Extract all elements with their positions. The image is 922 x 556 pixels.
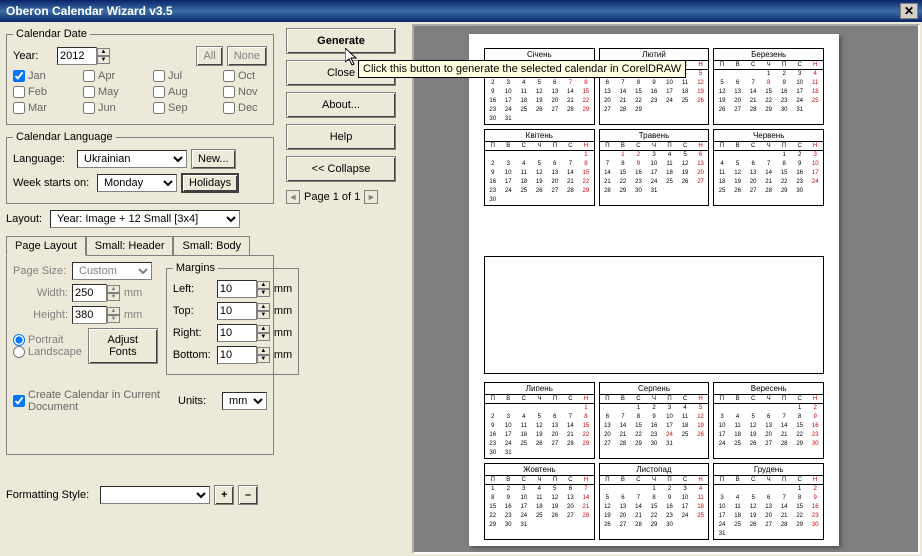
margin-top-input[interactable] <box>217 302 257 320</box>
mini-calendar: ЛипеньПВСЧПСН123456789101112131415161718… <box>484 382 595 459</box>
help-button[interactable]: Help <box>286 124 396 150</box>
collapse-button[interactable]: << Collapse <box>286 156 396 182</box>
tab-page-layout[interactable]: Page Layout <box>6 236 86 256</box>
month-chk-jun[interactable]: Jun <box>83 102 123 114</box>
mini-calendar: ЖовтеньПВСЧПСН12345678910111213141516171… <box>484 463 595 540</box>
mini-calendar: ЛистопадПВСЧПСН1234567891011121314151617… <box>599 463 710 540</box>
year-input[interactable] <box>57 47 97 65</box>
month-chk-nov[interactable]: Nov <box>223 86 263 98</box>
calendar-date-legend: Calendar Date <box>13 28 90 40</box>
preview-image-placeholder <box>484 256 824 374</box>
year-up[interactable]: ▲ <box>97 48 110 56</box>
none-button[interactable]: None <box>227 46 267 66</box>
height-input[interactable] <box>72 306 107 324</box>
formatting-select[interactable] <box>100 486 210 504</box>
margin-right-input[interactable] <box>217 324 257 342</box>
language-select[interactable]: Ukrainian <box>77 150 187 168</box>
tab-small-header[interactable]: Small: Header <box>86 236 174 256</box>
month-chk-dec[interactable]: Dec <box>223 102 263 114</box>
landscape-radio[interactable] <box>13 346 25 358</box>
holidays-button[interactable]: Holidays <box>181 173 239 193</box>
month-chk-sep[interactable]: Sep <box>153 102 193 114</box>
month-chk-jul[interactable]: Jul <box>153 70 193 82</box>
height-label: Height: <box>13 309 68 321</box>
calendar-language-group: Calendar Language Language: Ukrainian Ne… <box>6 131 274 204</box>
formatting-remove-button[interactable]: – <box>238 485 258 505</box>
page-prev-button[interactable]: ◄ <box>286 190 300 204</box>
calendar-language-legend: Calendar Language <box>13 131 116 143</box>
adjust-fonts-button[interactable]: Adjust Fonts <box>88 328 158 364</box>
mini-calendar: КвітеньПВСЧПСН12345678910111213141516171… <box>484 129 595 206</box>
formatting-label: Formatting Style: <box>6 489 96 501</box>
month-chk-mar[interactable]: Mar <box>13 102 53 114</box>
width-input[interactable] <box>72 284 107 302</box>
mini-calendar: ЧервеньПВСЧПСН12345678910111213141516171… <box>713 129 824 206</box>
month-chk-may[interactable]: May <box>83 86 123 98</box>
titlebar: Oberon Calendar Wizard v3.5 ✕ <box>0 0 922 22</box>
month-chk-oct[interactable]: Oct <box>223 70 263 82</box>
mini-calendar: ТравеньПВСЧПСН12345678910111213141516171… <box>599 129 710 206</box>
tab-small-body[interactable]: Small: Body <box>173 236 250 256</box>
all-button[interactable]: All <box>196 46 222 66</box>
calendar-date-group: Calendar Date Year: ▲▼ All None Jan Apr Ju… <box>6 28 274 125</box>
month-chk-aug[interactable]: Aug <box>153 86 193 98</box>
generate-tooltip: Click this button to generate the select… <box>358 60 686 78</box>
month-chk-feb[interactable]: Feb <box>13 86 53 98</box>
mini-calendar: ГруденьПВСЧПСН12345678910111213141516171… <box>713 463 824 540</box>
layout-label: Layout: <box>6 213 46 225</box>
year-label: Year: <box>13 50 53 62</box>
new-lang-button[interactable]: New... <box>191 149 236 169</box>
language-label: Language: <box>13 153 73 165</box>
margin-bottom-input[interactable] <box>217 346 257 364</box>
preview-page: СіченьПВСЧПСН123456789101112131415161718… <box>469 34 839 546</box>
units-select[interactable]: mm <box>222 392 267 410</box>
layout-select[interactable]: Year: Image + 12 Small [3x4] <box>50 210 240 228</box>
close-window-button[interactable]: ✕ <box>900 3 918 19</box>
preview-panel: СіченьПВСЧПСН123456789101112131415161718… <box>412 24 920 554</box>
create-in-doc-checkbox[interactable] <box>13 395 25 407</box>
window-title: Oberon Calendar Wizard v3.5 <box>6 4 173 18</box>
width-label: Width: <box>13 287 68 299</box>
month-chk-jan[interactable]: Jan <box>13 70 53 82</box>
month-chk-apr[interactable]: Apr <box>83 70 123 82</box>
week-starts-label: Week starts on: <box>13 177 93 189</box>
week-starts-select[interactable]: Monday <box>97 174 177 192</box>
page-size-label: Page Size: <box>13 265 68 277</box>
tab-body: Page Size: Custom Width: ▲▼ mm Height: ▲… <box>6 255 274 455</box>
mini-calendar: БерезеньПВСЧПСН1234567891011121314151617… <box>713 48 824 125</box>
page-indicator: Page 1 of 1 <box>304 191 360 203</box>
page-size-select[interactable]: Custom <box>72 262 152 280</box>
margin-left-input[interactable] <box>217 280 257 298</box>
mini-calendar: ВересеньПВСЧПСН1234567891011121314151617… <box>713 382 824 459</box>
generate-button[interactable]: Generate <box>286 28 396 54</box>
margins-legend: Margins <box>173 262 218 274</box>
formatting-add-button[interactable]: + <box>214 485 234 505</box>
mini-calendar: СерпеньПВСЧПСН12345678910111213141516171… <box>599 382 710 459</box>
page-next-button[interactable]: ► <box>364 190 378 204</box>
year-down[interactable]: ▼ <box>97 56 110 64</box>
about-button[interactable]: About... <box>286 92 396 118</box>
portrait-radio[interactable] <box>13 334 25 346</box>
